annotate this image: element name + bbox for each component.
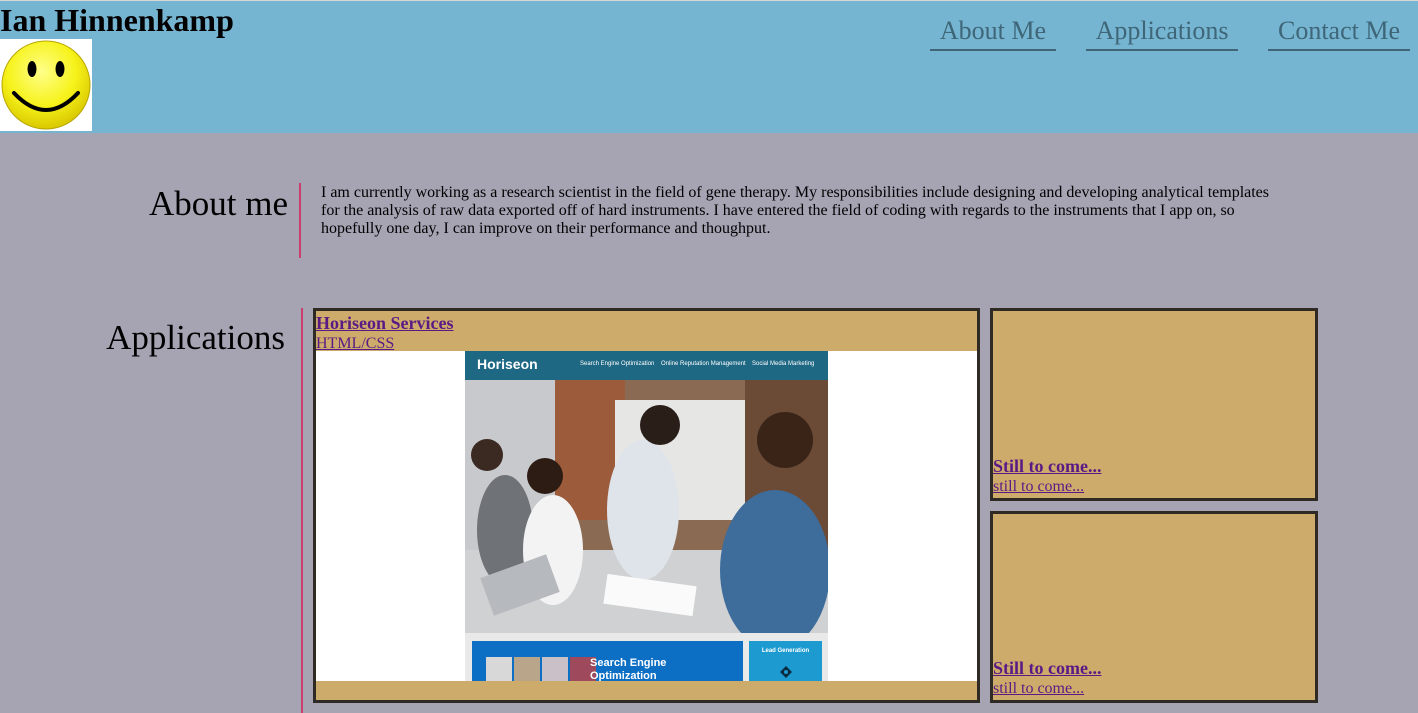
featured-app-title-link[interactable]: Horiseon Services [316,313,453,334]
horiseon-screenshot[interactable]: Horiseon Search Engine Optimization Onli… [465,351,828,681]
screenshot-nav-item: Online Reputation Management [661,361,746,367]
screenshot-brand: Horiseon [477,356,538,372]
screenshot-nav-item: Search Engine Optimization [580,361,655,367]
placeholder-app-card[interactable]: Still to come... still to come... [990,511,1318,703]
placeholder-subtitle-link[interactable]: still to come... [993,477,1101,496]
featured-app-card[interactable]: Horiseon Services HTML/CSS Horiseon Sear… [313,308,980,703]
smiley-face-icon [0,39,92,131]
placeholder-title-link[interactable]: Still to come... [993,658,1101,679]
nav-contact-me[interactable]: Contact Me [1268,15,1410,51]
placeholder-title-link[interactable]: Still to come... [993,456,1101,477]
about-heading: About me [148,184,288,223]
nav-applications[interactable]: Applications [1086,15,1238,51]
site-name: Ian Hinnenkamp [0,2,234,38]
applications-heading: Applications [106,318,285,357]
placeholder-subtitle-link[interactable]: still to come... [993,679,1101,698]
screenshot-seo-card: Search Engine Optimization [472,641,743,681]
placeholder-links: Still to come... still to come... [993,658,1101,698]
screenshot-lead-gen-card: Lead Generation [749,641,822,681]
site-header: Ian Hinnenkamp About Me Applications Con… [0,0,1418,133]
about-divider [299,183,301,258]
about-text: I am currently working as a research sci… [321,184,1270,237]
nav-about-me[interactable]: About Me [930,15,1056,51]
lead-gen-icon [780,666,792,678]
screenshot-nav-item: Social Media Marketing [752,361,815,367]
screenshot-nav-bar: Horiseon Search Engine Optimization Onli… [465,351,828,380]
placeholder-app-card[interactable]: Still to come... still to come... [990,308,1318,501]
featured-app-screenshot-area[interactable]: Horiseon Search Engine Optimization Onli… [316,351,977,681]
placeholder-links: Still to come... still to come... [993,456,1101,496]
screenshot-seo-label: Search Engine Optimization [590,657,667,681]
applications-divider [301,308,303,713]
screenshot-hero-image [465,380,828,650]
screenshot-lead-gen-label: Lead Generation [761,648,810,654]
